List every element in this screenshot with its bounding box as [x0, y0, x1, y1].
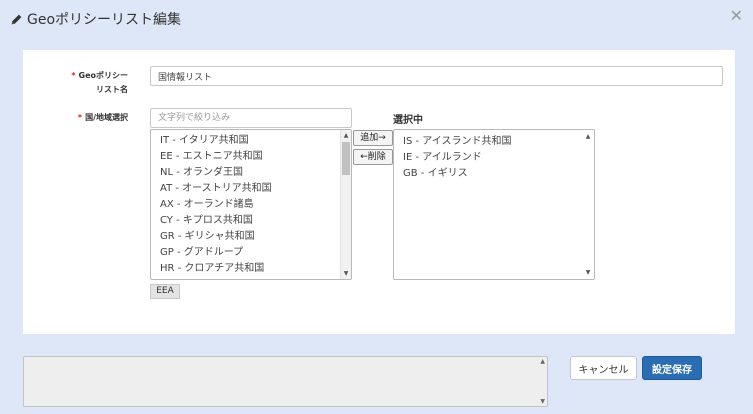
list-item[interactable]: GB - イギリス	[403, 166, 582, 182]
name-label: * Geoポリシー リスト名	[66, 69, 128, 97]
cancel-button[interactable]: キャンセル	[570, 356, 637, 380]
scroll-up-icon[interactable]: ▲	[540, 358, 545, 365]
dialog-title: Geoポリシーリスト編集	[10, 9, 181, 29]
required-mark: *	[71, 71, 76, 80]
remove-button[interactable]: ←削除	[353, 149, 393, 165]
list-item[interactable]: HR - クロアチア共和国	[160, 261, 339, 277]
pencil-icon	[11, 14, 22, 24]
list-item[interactable]: IS - アイスランド共和国	[403, 134, 582, 150]
name-label-line2: リスト名	[96, 85, 128, 94]
scroll-down-icon[interactable]: ▼	[540, 398, 545, 405]
selected-title: 選択中	[393, 115, 423, 126]
list-item[interactable]: CY - キプロス共和国	[160, 213, 339, 229]
filter-input[interactable]	[150, 108, 352, 128]
scroll-down-icon[interactable]: ▼	[583, 267, 593, 278]
country-label: * 国/地域選択	[66, 111, 128, 125]
scroll-up-icon[interactable]: ▲	[583, 131, 593, 142]
list-item[interactable]: IT - イタリア共和国	[160, 133, 339, 149]
eea-group-tag[interactable]: EEA	[150, 284, 180, 299]
policy-name-input[interactable]	[150, 66, 723, 86]
dialog-header: Geoポリシーリスト編集 ✕	[0, 0, 753, 38]
list-item[interactable]: NL - オランダ王国	[160, 165, 339, 181]
selected-items: IS - アイスランド共和国 IE - アイルランド GB - イギリス	[403, 134, 582, 182]
save-settings-button[interactable]: 設定保存	[642, 356, 702, 380]
form-panel	[23, 50, 735, 334]
list-item[interactable]: AT - オーストリア共和国	[160, 181, 339, 197]
scroll-down-icon[interactable]: ▼	[341, 268, 351, 279]
available-items: IT - イタリア共和国 EE - エストニア共和国 NL - オランダ王国 AT -…	[160, 133, 339, 277]
list-item[interactable]: EE - エストニア共和国	[160, 149, 339, 165]
available-countries-list[interactable]: IT - イタリア共和国 EE - エストニア共和国 NL - オランダ王国 AT -…	[150, 129, 352, 280]
scroll-thumb[interactable]	[342, 142, 350, 175]
list-item[interactable]: GR - ギリシャ共和国	[160, 229, 339, 245]
available-scrollbar[interactable]: ▲ ▼	[340, 130, 351, 279]
close-icon[interactable]: ✕	[730, 6, 743, 25]
selected-countries-list[interactable]: IS - アイスランド共和国 IE - アイルランド GB - イギリス ▲ ▼	[393, 129, 595, 280]
country-label-text: 国/地域選択	[85, 113, 128, 122]
list-item[interactable]: AX - オーランド諸島	[160, 197, 339, 213]
name-label-line1: Geoポリシー	[78, 71, 129, 80]
required-mark: *	[77, 113, 83, 122]
list-item[interactable]: GP - グアドループ	[160, 245, 339, 261]
add-button[interactable]: 追加→	[353, 130, 393, 146]
message-area[interactable]: ▲ ▼	[23, 356, 548, 407]
dialog-title-text: Geoポリシーリスト編集	[27, 12, 182, 28]
scroll-up-icon[interactable]: ▲	[341, 130, 351, 141]
list-item[interactable]: IE - アイルランド	[403, 150, 582, 166]
